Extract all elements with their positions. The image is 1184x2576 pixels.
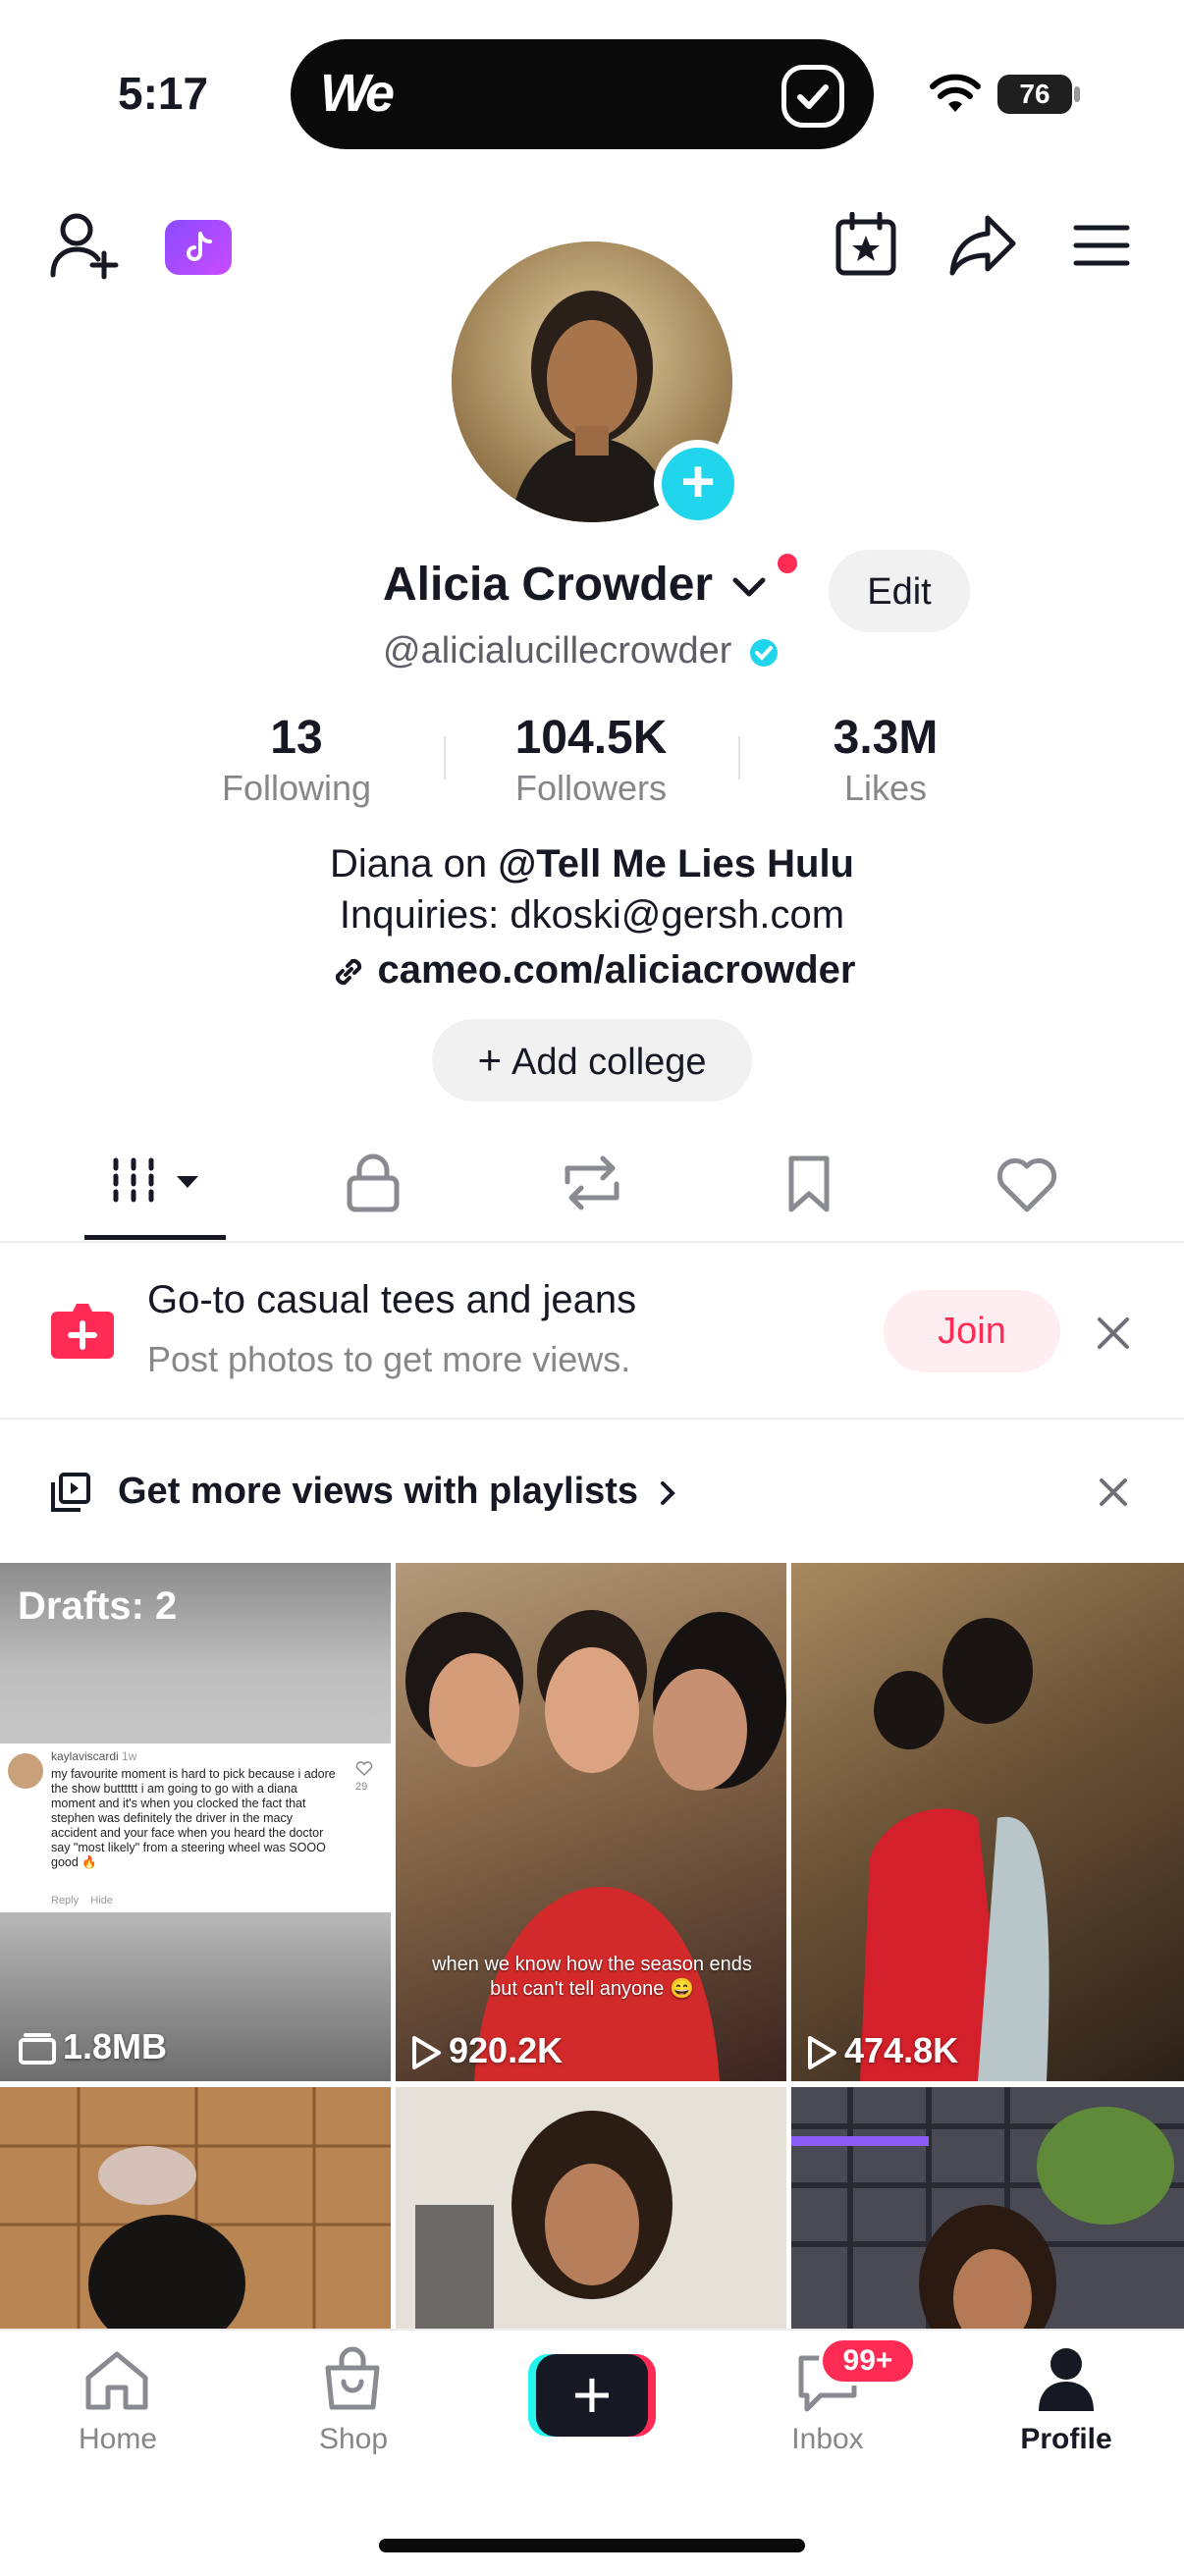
following-count[interactable]: 13 [169, 711, 424, 765]
tab-private-lock-icon[interactable] [346, 1153, 401, 1213]
followers-count[interactable]: 104.5K [463, 711, 719, 765]
status-time: 5:17 [118, 68, 209, 119]
bio-line-2: Inquiries: dkoski@gersh.com [339, 893, 845, 937]
post-photo-icon [47, 1294, 118, 1365]
play-icon [412, 2036, 441, 2070]
drafts-folder-icon [19, 2033, 56, 2066]
video-thumbnail [396, 2087, 786, 2329]
drafts-size: 1.8MB [63, 2026, 168, 2066]
tab-liked-heart-icon[interactable] [996, 1156, 1058, 1213]
home-icon[interactable] [82, 2348, 151, 2413]
bio-line-1: Diana on @Tell Me Lies Hulu [0, 842, 1184, 886]
profile-link-text: cameo.com/aliciacrowder [377, 948, 856, 992]
playlist-icon [51, 1473, 90, 1512]
tiktok-coins-icon[interactable] [165, 220, 232, 275]
playlist-prompt-text: Get more views with playlists [118, 1471, 639, 1512]
tab-favorites-bookmark-icon[interactable] [785, 1154, 833, 1213]
play-icon [808, 2036, 836, 2070]
comment-card: kaylaviscardi 1w my favourite moment is … [0, 1744, 391, 1912]
video-tile[interactable] [0, 2087, 391, 2329]
check-icon [781, 65, 844, 128]
comment-header: kaylaviscardi 1w [51, 1749, 136, 1763]
promo-subtitle: Post photos to get more views. [147, 1339, 631, 1379]
comment-like-count: 29 [355, 1781, 368, 1793]
promo-title: Go-to casual tees and jeans [147, 1278, 637, 1321]
battery-level: 76 [997, 75, 1072, 114]
drafts-label: Drafts: 2 [18, 1584, 178, 1628]
tab-divider [0, 1241, 1184, 1243]
tab-reposts-icon[interactable] [558, 1154, 626, 1211]
followers-label: Followers [514, 768, 668, 808]
comment-actions: Reply Hide [51, 1895, 113, 1906]
section-divider [0, 1418, 1184, 1420]
nav-inbox-label[interactable]: Inbox [729, 2423, 926, 2456]
comment-heart-icon [355, 1761, 373, 1777]
close-icon[interactable] [1096, 1315, 1131, 1351]
comment-hide: Hide [90, 1895, 113, 1906]
nav-shop-label[interactable]: Shop [255, 2423, 452, 2456]
video-thumbnail [405, 1610, 786, 2081]
battery-tip [1074, 86, 1080, 102]
add-college-label: Add college [511, 1042, 707, 1083]
link-icon [335, 959, 361, 986]
add-college-button[interactable]: + Add college [432, 1019, 752, 1101]
profile-icon[interactable] [1037, 2346, 1096, 2413]
video-tile[interactable]: when we know how the season ends but can… [396, 1563, 786, 2081]
username: @alicialucillecrowder [383, 630, 732, 671]
menu-icon[interactable] [1072, 222, 1131, 269]
add-avatar-button[interactable]: + [654, 440, 742, 528]
video-tile[interactable]: 474.8K [791, 1563, 1184, 2081]
verified-badge-icon [749, 638, 778, 667]
likes-count[interactable]: 3.3M [758, 711, 1013, 765]
active-tab-indicator [84, 1235, 226, 1240]
video-thumbnail [0, 2087, 391, 2329]
share-icon[interactable] [948, 214, 1017, 277]
following-label: Following [221, 768, 372, 808]
tab-videos-grid-icon[interactable] [110, 1153, 208, 1211]
plus-icon: + [477, 1037, 502, 1083]
edit-profile-button[interactable]: Edit [829, 550, 970, 632]
close-icon[interactable] [1098, 1476, 1129, 1508]
chevron-right-icon [660, 1480, 675, 1505]
shop-bag-icon[interactable] [320, 2346, 385, 2413]
profile-link[interactable]: cameo.com/aliciacrowder [0, 948, 1184, 993]
view-count-row: 920.2K [409, 2030, 563, 2071]
likes-label: Likes [843, 768, 928, 808]
view-count: 474.8K [844, 2030, 959, 2070]
notification-dot [778, 554, 797, 573]
bio-line-1-prefix: Diana on [330, 842, 499, 886]
stat-divider [444, 736, 446, 779]
comment-age: 1w [122, 1749, 137, 1763]
comment-user: kaylaviscardi [51, 1749, 119, 1763]
nav-home-label[interactable]: Home [20, 2423, 216, 2456]
view-count-row: 474.8K [805, 2030, 958, 2071]
comment-reply: Reply [51, 1895, 80, 1906]
create-button[interactable]: + [528, 2354, 656, 2437]
nav-profile-label[interactable]: Profile [968, 2423, 1164, 2456]
stat-divider [738, 736, 740, 779]
add-friend-icon[interactable] [47, 210, 120, 281]
video-thumbnail [860, 1618, 1049, 2081]
commenter-avatar [8, 1753, 43, 1789]
chevron-down-icon[interactable] [729, 572, 769, 602]
calendar-star-icon[interactable] [834, 212, 897, 277]
bio-mention[interactable]: @Tell Me Lies Hulu [498, 842, 854, 886]
inbox-badge: 99+ [819, 2336, 917, 2386]
island-app-logo: We [320, 64, 395, 123]
profile-name: Alicia Crowder [383, 559, 714, 611]
video-tile[interactable] [791, 2087, 1184, 2329]
join-button[interactable]: Join [884, 1290, 1060, 1372]
playlist-prompt[interactable]: Get more views with playlists [118, 1471, 676, 1513]
home-indicator [379, 2539, 805, 2552]
video-thumbnail [791, 2087, 1184, 2329]
video-caption: when we know how the season ends but can… [432, 1954, 752, 2000]
drafts-size-row: 1.8MB [18, 2026, 167, 2067]
video-tile[interactable] [396, 2087, 786, 2329]
comment-text: my favourite moment is hard to pick beca… [51, 1767, 336, 1869]
view-count: 920.2K [449, 2030, 564, 2070]
plus-icon: + [536, 2354, 648, 2437]
wifi-icon [930, 74, 981, 112]
drafts-tile[interactable]: Drafts: 2 kaylaviscardi 1w my favourite … [0, 1563, 391, 2081]
